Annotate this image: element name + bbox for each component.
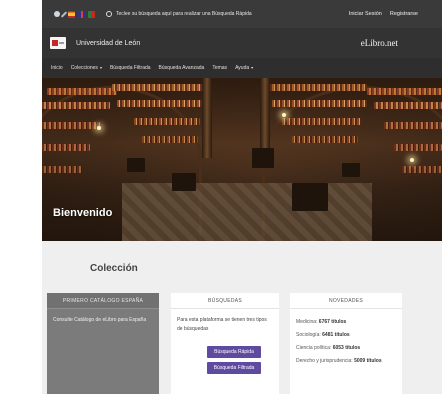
floor-pattern bbox=[122, 183, 372, 241]
login-link[interactable]: Iniciar Sesión bbox=[349, 11, 382, 17]
news-card: NOVEDADES Medicina: 6767 títulos Sociolo… bbox=[290, 293, 402, 394]
bookshelf bbox=[112, 84, 207, 91]
search-card-text: Para esta plataforma se tienen tres tipo… bbox=[177, 317, 267, 332]
account-links: Iniciar Sesión Registrarse bbox=[349, 11, 418, 17]
lamp-icon bbox=[282, 113, 286, 117]
bookshelf bbox=[134, 118, 200, 125]
news-item[interactable]: Medicina: 6767 títulos bbox=[296, 316, 396, 329]
nav-item-inicio[interactable]: Inicio bbox=[51, 65, 63, 71]
institution-name[interactable]: Universidad de León bbox=[76, 40, 140, 47]
column bbox=[202, 78, 212, 158]
toolbar-icons bbox=[54, 10, 112, 18]
flag-gb-icon[interactable] bbox=[78, 10, 85, 18]
bookshelf bbox=[394, 144, 442, 151]
nav-item-ayuda[interactable]: Ayuda ▾ bbox=[235, 65, 253, 71]
elibro-brand[interactable]: eLibro.net bbox=[361, 38, 398, 48]
bookshelf bbox=[282, 118, 362, 125]
search-card: BÚSQUEDAS Para esta plataforma se tienen… bbox=[171, 293, 279, 394]
catalog-card-text[interactable]: Consulte Catálogo de eLibro para España bbox=[53, 317, 146, 323]
main-nav: Inicio Colecciones ▾ Búsqueda Filtrada Bú… bbox=[42, 58, 442, 78]
quick-search-input[interactable]: Teclee su búsqueda aquí para realizar un… bbox=[116, 11, 252, 17]
bookshelf bbox=[42, 122, 100, 129]
catalog-card[interactable]: PRIMERO CATÁLOGO ESPAÑA Consulte Catálog… bbox=[47, 293, 159, 394]
reading-table bbox=[252, 148, 274, 168]
reading-table bbox=[172, 173, 196, 191]
bookshelf bbox=[42, 144, 90, 151]
chevron-down-icon: ▾ bbox=[99, 65, 102, 70]
chevron-down-icon: ▾ bbox=[251, 65, 254, 70]
bookshelf bbox=[117, 100, 205, 107]
news-item[interactable]: Ciencia política: 6053 títulos bbox=[296, 342, 396, 355]
bookshelf bbox=[272, 100, 367, 107]
lamp-icon bbox=[97, 126, 101, 130]
top-utility-bar: Teclee su búsqueda aquí para realizar un… bbox=[42, 0, 442, 28]
flag-pt-icon[interactable] bbox=[88, 10, 95, 18]
flag-es-icon[interactable] bbox=[68, 10, 75, 18]
nav-item-busqueda-filtrada[interactable]: Búsqueda Filtrada bbox=[110, 65, 151, 71]
bookshelf bbox=[42, 166, 82, 173]
bookshelf bbox=[47, 88, 117, 95]
reading-table bbox=[127, 158, 145, 172]
news-item[interactable]: Derecho y jurisprudencia: 5009 títulos bbox=[296, 355, 396, 368]
bookshelf bbox=[402, 166, 442, 173]
globe-icon[interactable] bbox=[54, 11, 60, 17]
bookshelf bbox=[42, 102, 110, 109]
lamp-icon bbox=[410, 158, 414, 162]
news-item[interactable]: Sociología: 6481 títulos bbox=[296, 329, 396, 342]
catalog-card-heading: PRIMERO CATÁLOGO ESPAÑA bbox=[47, 293, 159, 309]
bookshelf bbox=[374, 102, 442, 109]
news-card-heading: NOVEDADES bbox=[290, 293, 402, 309]
bookshelf bbox=[384, 122, 442, 129]
pencil-icon[interactable] bbox=[60, 10, 68, 18]
reading-table bbox=[342, 163, 360, 177]
bookshelf bbox=[367, 88, 442, 95]
nav-item-busqueda-avanzada[interactable]: Búsqueda Avanzada bbox=[159, 65, 205, 71]
register-link[interactable]: Registrarse bbox=[390, 11, 418, 17]
filtered-search-button[interactable]: Búsqueda Filtrada bbox=[207, 362, 261, 374]
hero-banner: Bienvenido bbox=[42, 78, 442, 241]
column bbox=[260, 78, 270, 158]
nav-item-colecciones[interactable]: Colecciones ▾ bbox=[71, 65, 102, 71]
collection-title: Colección bbox=[90, 263, 138, 274]
bookshelf bbox=[292, 136, 358, 143]
nav-item-temas[interactable]: Temas bbox=[212, 65, 227, 71]
university-logo-icon[interactable] bbox=[50, 37, 66, 49]
search-card-heading: BÚSQUEDAS bbox=[171, 293, 279, 309]
content-area: Colección PRIMERO CATÁLOGO ESPAÑA Consul… bbox=[42, 241, 442, 394]
reading-table bbox=[292, 183, 328, 211]
site-header: Universidad de León eLibro.net bbox=[42, 28, 442, 58]
bookshelf bbox=[267, 84, 367, 91]
bookshelf bbox=[142, 136, 198, 143]
quick-search-button[interactable]: Búsqueda Rápida bbox=[207, 346, 261, 358]
search-icon[interactable] bbox=[106, 11, 112, 17]
welcome-title: Bienvenido bbox=[53, 207, 113, 219]
